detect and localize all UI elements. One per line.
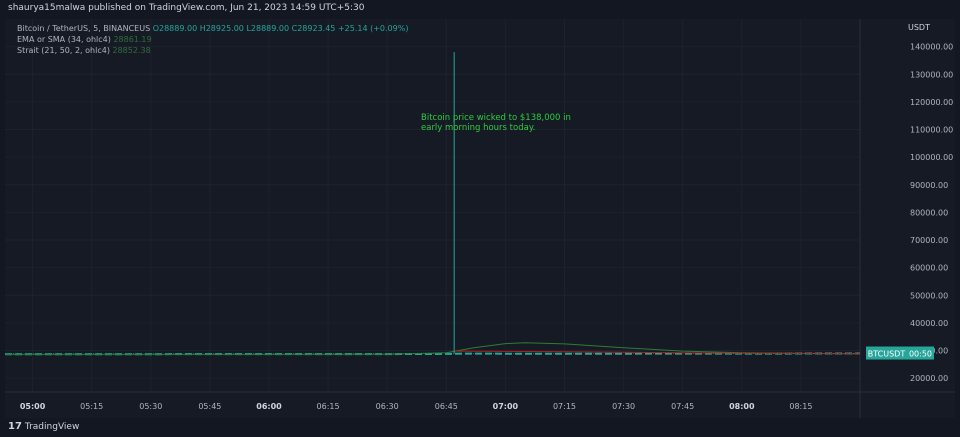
annotation-line-2: early morning hours today. bbox=[421, 123, 536, 133]
currency-label: USDT bbox=[908, 23, 930, 32]
x-tick-label: 08:00 bbox=[729, 402, 755, 411]
y-tick-label: 70000.00 bbox=[910, 236, 948, 245]
footer: 17 TradingView bbox=[0, 418, 960, 437]
x-tick-label: 05:15 bbox=[80, 402, 103, 411]
y-tick-label: 100000.00 bbox=[910, 153, 953, 162]
legend-low: L28889.00 bbox=[246, 24, 290, 33]
x-tick-label: 05:45 bbox=[198, 402, 221, 411]
tradingview-logo[interactable]: 17 TradingView bbox=[8, 421, 79, 432]
y-tick-label: 20000.00 bbox=[910, 374, 948, 383]
y-tick-label: 80000.00 bbox=[910, 208, 948, 217]
x-tick-label: 05:30 bbox=[139, 402, 162, 411]
publish-info: shaurya15malwa published on TradingView.… bbox=[8, 3, 365, 13]
tradingview-logo-icon: 17 bbox=[8, 421, 22, 432]
annotation-line-1: Bitcoin price wicked to $138,000 in bbox=[421, 113, 571, 123]
x-tick-label: 05:00 bbox=[20, 402, 46, 411]
x-tick-label: 06:45 bbox=[435, 402, 458, 411]
y-tick-label: 120000.00 bbox=[910, 98, 953, 107]
chart-area[interactable]: USDT20000.0030000.0040000.0050000.006000… bbox=[5, 19, 955, 418]
x-tick-label: 07:45 bbox=[671, 402, 694, 411]
series-ema-line bbox=[5, 342, 861, 355]
y-tick-label: 90000.00 bbox=[910, 181, 948, 190]
x-tick-label: 08:15 bbox=[789, 402, 812, 411]
y-tick-label: 50000.00 bbox=[910, 291, 948, 300]
legend-change: +25.14 (+0.09%) bbox=[337, 24, 409, 33]
y-tick-label: 60000.00 bbox=[910, 264, 948, 273]
chart-annotation[interactable]: Bitcoin price wicked to $138,000 in earl… bbox=[421, 113, 581, 133]
x-tick-label: 07:15 bbox=[553, 402, 576, 411]
legend-strait-value: 28852.38 bbox=[112, 46, 151, 55]
legend-ema-row[interactable]: EMA or SMA (34, ohlc4) 28861.19 bbox=[17, 35, 152, 44]
x-tick-label: 06:00 bbox=[256, 402, 282, 411]
x-tick-label: 07:00 bbox=[493, 402, 519, 411]
price-tag-countdown: 00:50 bbox=[909, 350, 932, 359]
x-tick-label: 07:30 bbox=[612, 402, 635, 411]
tradingview-brand: TradingView bbox=[24, 422, 80, 432]
price-tag-symbol: BTCUSDT bbox=[868, 350, 906, 359]
y-tick-label: 130000.00 bbox=[910, 70, 953, 79]
legend-ema-value: 28861.19 bbox=[113, 35, 152, 44]
legend-symbol-row: Bitcoin / TetherUS, 5, BINANCEUS O28889.… bbox=[17, 24, 408, 33]
y-tick-label: 110000.00 bbox=[910, 126, 953, 135]
y-tick-label: 40000.00 bbox=[910, 319, 948, 328]
legend-high: H28925.00 bbox=[199, 24, 244, 33]
x-tick-label: 06:15 bbox=[317, 402, 340, 411]
legend-symbol: Bitcoin / TetherUS, 5, BINANCEUS bbox=[17, 24, 151, 33]
legend-strait-label: Strait (21, 50, 2, ohlc4) bbox=[17, 46, 110, 55]
publish-header: shaurya15malwa published on TradingView.… bbox=[0, 0, 960, 19]
legend-ema-label: EMA or SMA (34, ohlc4) bbox=[17, 35, 111, 44]
legend-close: C28923.45 bbox=[291, 24, 336, 33]
price-chart[interactable]: USDT20000.0030000.0040000.0050000.006000… bbox=[5, 19, 955, 418]
x-tick-label: 06:30 bbox=[376, 402, 399, 411]
legend-strait-row[interactable]: Strait (21, 50, 2, ohlc4) 28852.38 bbox=[17, 46, 151, 55]
legend-open: O28889.00 bbox=[152, 24, 198, 33]
y-tick-label: 140000.00 bbox=[910, 43, 953, 52]
